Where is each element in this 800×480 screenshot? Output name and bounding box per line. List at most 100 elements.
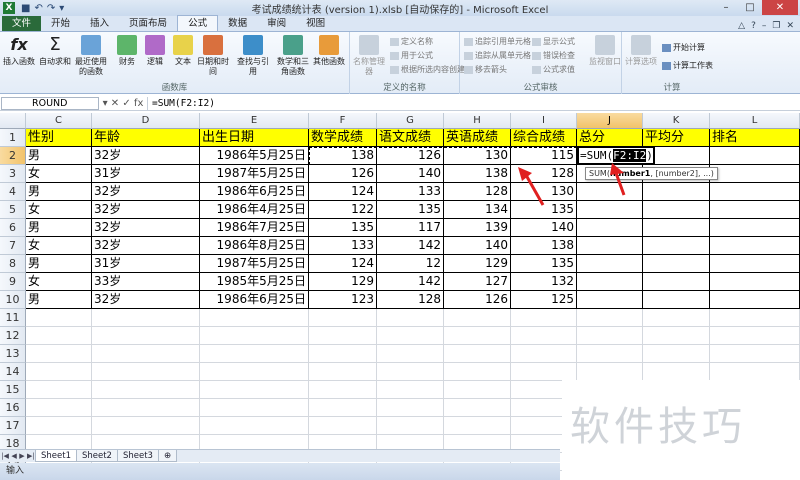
cell-K8[interactable]: [643, 255, 710, 273]
cell-I8[interactable]: 135: [511, 255, 577, 273]
cell-H2[interactable]: 130: [444, 147, 511, 165]
cell-E5[interactable]: 1986年4月25日: [200, 201, 309, 219]
cell-D3[interactable]: 31岁: [92, 165, 200, 183]
cell-H7[interactable]: 140: [444, 237, 511, 255]
cell-C11[interactable]: [26, 309, 92, 327]
use-in-formula-button[interactable]: 用于公式: [390, 50, 433, 61]
show-formulas-button[interactable]: 显示公式: [532, 36, 575, 47]
error-checking-button[interactable]: 错误检查: [532, 50, 575, 61]
name-box[interactable]: ROUND: [1, 96, 99, 110]
cell-D1[interactable]: 年龄: [92, 129, 200, 147]
row-header-11[interactable]: 11: [0, 309, 26, 327]
cell-L5[interactable]: [710, 201, 800, 219]
cell-D6[interactable]: 32岁: [92, 219, 200, 237]
cell-H13[interactable]: [444, 345, 511, 363]
cell-G6[interactable]: 117: [377, 219, 444, 237]
row-header-4[interactable]: 4: [0, 183, 26, 201]
cell-H5[interactable]: 134: [444, 201, 511, 219]
cell-G10[interactable]: 128: [377, 291, 444, 309]
cell-G8[interactable]: 12: [377, 255, 444, 273]
cell-E10[interactable]: 1986年6月25日: [200, 291, 309, 309]
cell-C2[interactable]: 男: [26, 147, 92, 165]
help-icon[interactable]: ?: [751, 21, 756, 31]
define-name-button[interactable]: 定义名称: [390, 36, 433, 47]
cell-C9[interactable]: 女: [26, 273, 92, 291]
cell-C4[interactable]: 男: [26, 183, 92, 201]
cell-D15[interactable]: [92, 381, 200, 399]
cell-I2[interactable]: 115: [511, 147, 577, 165]
cell-F7[interactable]: 133: [309, 237, 377, 255]
row-header-16[interactable]: 16: [0, 399, 26, 417]
cell-I5[interactable]: 135: [511, 201, 577, 219]
cell-F3[interactable]: 126: [309, 165, 377, 183]
cell-I12[interactable]: [511, 327, 577, 345]
cell-I9[interactable]: 132: [511, 273, 577, 291]
remove-arrows-button[interactable]: 移去箭头: [464, 64, 507, 75]
row-header-5[interactable]: 5: [0, 201, 26, 219]
create-from-selection-button[interactable]: 根据所选内容创建: [390, 64, 465, 75]
cell-J1[interactable]: 总分: [577, 129, 643, 147]
row-header-9[interactable]: 9: [0, 273, 26, 291]
undo-icon[interactable]: ↶: [34, 3, 42, 14]
cell-F12[interactable]: [309, 327, 377, 345]
cell-H14[interactable]: [444, 363, 511, 381]
cell-L11[interactable]: [710, 309, 800, 327]
cell-F6[interactable]: 135: [309, 219, 377, 237]
cell-F16[interactable]: [309, 399, 377, 417]
cell-H3[interactable]: 138: [444, 165, 511, 183]
sheet-nav-buttons[interactable]: |◀ ◀ ▶ ▶|: [0, 452, 36, 460]
cell-C13[interactable]: [26, 345, 92, 363]
cell-G9[interactable]: 142: [377, 273, 444, 291]
cell-F2[interactable]: 138: [309, 147, 377, 165]
cell-H15[interactable]: [444, 381, 511, 399]
cell-L12[interactable]: [710, 327, 800, 345]
cell-G5[interactable]: 135: [377, 201, 444, 219]
cell-E2[interactable]: 1986年5月25日: [200, 147, 309, 165]
column-header-F[interactable]: F: [309, 113, 377, 129]
cell-H16[interactable]: [444, 399, 511, 417]
cell-J4[interactable]: [577, 183, 643, 201]
tab-file[interactable]: 文件: [2, 16, 42, 31]
lookup-reference-button[interactable]: 查找与引用: [236, 35, 270, 77]
trace-precedents-button[interactable]: 追踪引用单元格: [464, 36, 531, 47]
prev-sheet-icon[interactable]: ◀: [11, 452, 16, 460]
cell-I4[interactable]: 130: [511, 183, 577, 201]
cell-C7[interactable]: 女: [26, 237, 92, 255]
formula-input[interactable]: =SUM(F2:I2): [147, 96, 800, 110]
tab-page-layout[interactable]: 页面布局: [119, 16, 177, 31]
cell-J8[interactable]: [577, 255, 643, 273]
cell-I14[interactable]: [511, 363, 577, 381]
cell-D13[interactable]: [92, 345, 200, 363]
cell-C1[interactable]: 性别: [26, 129, 92, 147]
sheet-tab-2[interactable]: Sheet2: [75, 450, 118, 462]
cell-G15[interactable]: [377, 381, 444, 399]
cell-K11[interactable]: [643, 309, 710, 327]
cell-H4[interactable]: 128: [444, 183, 511, 201]
cell-J13[interactable]: [577, 345, 643, 363]
cell-L10[interactable]: [710, 291, 800, 309]
sheet-tab-3[interactable]: Sheet3: [116, 450, 159, 462]
cell-I10[interactable]: 125: [511, 291, 577, 309]
cell-H11[interactable]: [444, 309, 511, 327]
cell-K9[interactable]: [643, 273, 710, 291]
column-header-I[interactable]: I: [511, 113, 577, 129]
autosum-button[interactable]: Σ 自动求和: [38, 35, 72, 67]
cell-D12[interactable]: [92, 327, 200, 345]
column-header-D[interactable]: D: [92, 113, 200, 129]
cell-L7[interactable]: [710, 237, 800, 255]
cell-C17[interactable]: [26, 417, 92, 435]
ribbon-minimize-icon[interactable]: △: [738, 21, 745, 31]
cell-J5[interactable]: [577, 201, 643, 219]
cell-J12[interactable]: [577, 327, 643, 345]
row-header-6[interactable]: 6: [0, 219, 26, 237]
cell-K5[interactable]: [643, 201, 710, 219]
cell-E4[interactable]: 1986年6月25日: [200, 183, 309, 201]
cell-D7[interactable]: 32岁: [92, 237, 200, 255]
trace-dependents-button[interactable]: 追踪从属单元格: [464, 50, 531, 61]
cell-E6[interactable]: 1986年7月25日: [200, 219, 309, 237]
cell-G17[interactable]: [377, 417, 444, 435]
cell-L14[interactable]: [710, 363, 800, 381]
row-header-3[interactable]: 3: [0, 165, 26, 183]
first-sheet-icon[interactable]: |◀: [1, 452, 9, 460]
cell-C15[interactable]: [26, 381, 92, 399]
